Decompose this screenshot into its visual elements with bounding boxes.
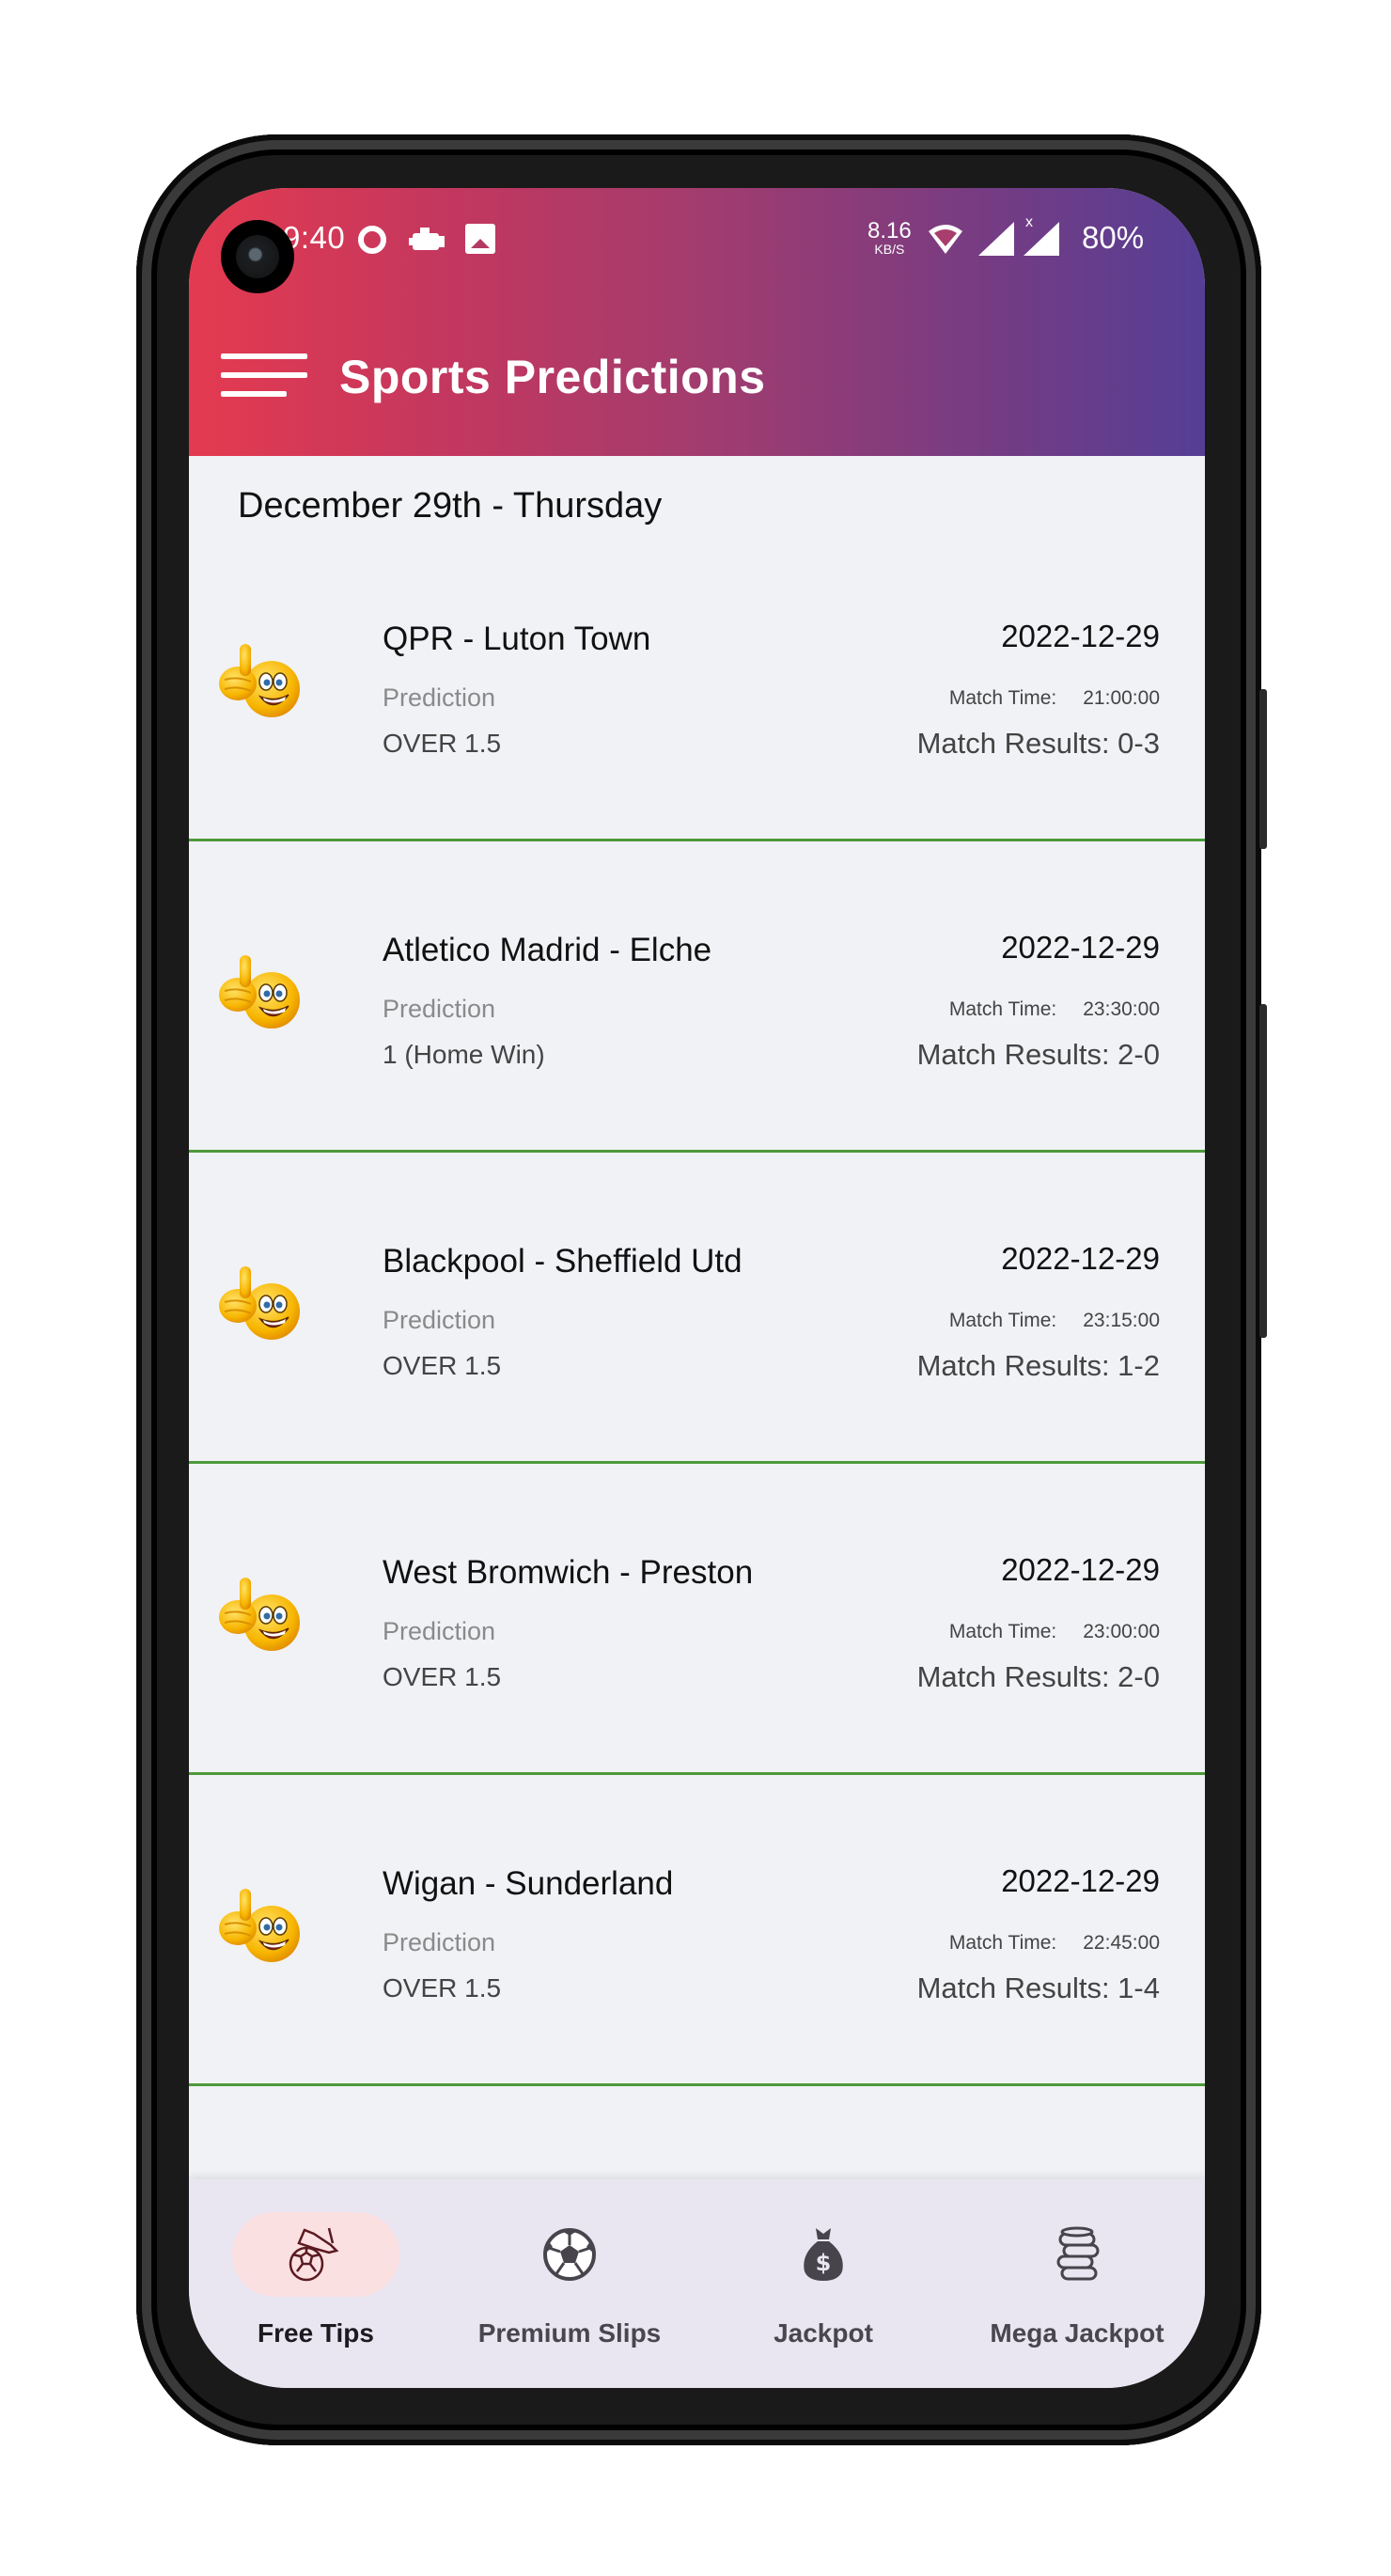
match-time: Match Time: 21:00:00 [949,687,1160,710]
status-bar: 9:40 8.16 KB/S x 80% [189,214,1205,271]
battery-level: 80% [1082,220,1145,255]
prediction-label: Prediction [383,1928,496,1956]
thumbs-up-emoji-icon [213,946,307,1040]
prediction-value: OVER 1.5 [383,1662,502,1691]
match-time: Match Time: 23:00:00 [949,1621,1160,1643]
nav-free-tips[interactable]: Free Tips [189,2179,443,2388]
match-time-label: Match Time: [948,1621,1057,1642]
prediction-value: OVER 1.5 [383,1351,502,1380]
wifi-icon [927,222,964,260]
match-result: Match Results: 1-2 [916,1349,1160,1382]
thumbs-up-emoji-icon [213,1257,307,1351]
match-time-value: 23:00:00 [1083,1621,1160,1642]
app-bar: Sports Predictions [189,329,1205,432]
engine-icon [409,228,445,257]
nav-label: Jackpot [774,2318,873,2348]
boot-kicking-ball-icon [288,2226,344,2283]
thumbs-up-emoji-icon [213,1568,307,1662]
match-date: 2022-12-29 [1001,1863,1160,1898]
match-result: Match Results: 0-3 [916,727,1160,760]
volume-button [1259,689,1267,849]
signal-icon [978,222,1014,260]
date-heading: December 29th - Thursday [238,486,663,526]
thumbs-up-emoji-icon [213,1879,307,1973]
predictions-list[interactable]: December 29th - Thursday QPR - Luton Tow… [189,456,1205,2388]
match-result: Match Results: 2-0 [916,1660,1160,1693]
hamburger-menu-icon[interactable] [221,353,307,402]
match-date: 2022-12-29 [1001,619,1160,653]
match-time: Match Time: 23:30:00 [949,998,1160,1021]
match-teams: Blackpool - Sheffield Utd [383,1243,742,1280]
match-teams: QPR - Luton Town [383,620,651,657]
coin-stack-icon [1049,2226,1105,2283]
match-time-value: 22:45:00 [1083,1932,1160,1954]
app-screen: 9:40 8.16 KB/S x 80% Sports Predictions … [189,188,1205,2388]
match-teams: Wigan - Sunderland [383,1865,674,1902]
image-icon [465,224,495,254]
circle-notification-icon [358,226,386,254]
match-date: 2022-12-29 [1001,930,1160,965]
match-time-value: 21:00:00 [1083,687,1160,709]
match-card[interactable]: Atletico Madrid - Elche Prediction 1 (Home… [189,842,1205,1153]
match-teams: West Bromwich - Preston [383,1554,754,1591]
nav-label: Free Tips [258,2318,374,2348]
prediction-label: Prediction [383,995,496,1023]
match-teams: Atletico Madrid - Elche [383,932,712,968]
match-result: Match Results: 2-0 [916,1038,1160,1071]
signal-no-data-icon [1024,222,1059,260]
app-title: Sports Predictions [339,351,766,403]
match-card[interactable]: Blackpool - Sheffield Utd Prediction OVER … [189,1154,1205,1464]
prediction-label: Prediction [383,683,496,712]
net-speed-value: 8.16 [867,218,912,243]
match-time-label: Match Time: [948,1310,1057,1331]
match-time: Match Time: 22:45:00 [949,1932,1160,1955]
bottom-navigation: Free Tips Premium Slips $ Jackpot Mega J… [189,2179,1205,2388]
nav-label: Premium Slips [477,2318,662,2348]
match-time-label: Match Time: [948,998,1057,1020]
match-date: 2022-12-29 [1001,1241,1160,1276]
nav-label: Mega Jackpot [990,2318,1164,2348]
nav-mega-jackpot[interactable]: Mega Jackpot [950,2179,1204,2388]
money-bag-icon: $ [795,2226,852,2283]
match-time-value: 23:15:00 [1083,1310,1160,1331]
match-time: Match Time: 23:15:00 [949,1310,1160,1332]
prediction-label: Prediction [383,1617,496,1645]
prediction-value: 1 (Home Win) [383,1040,545,1069]
nav-premium-slips[interactable]: Premium Slips [443,2179,696,2388]
nav-jackpot[interactable]: $ Jackpot [696,2179,950,2388]
match-card[interactable]: QPR - Luton Town Prediction OVER 1.5 2022-1… [189,531,1205,841]
match-card[interactable]: Wigan - Sunderland Prediction OVER 1.5 2022… [189,1776,1205,2086]
power-button [1259,1004,1267,1338]
match-time-label: Match Time: [948,1932,1057,1954]
header: 9:40 8.16 KB/S x 80% Sports Predictions [189,188,1205,456]
prediction-value: OVER 1.5 [383,729,502,758]
soccer-ball-icon [541,2226,598,2283]
svg-text:$: $ [816,2250,832,2276]
thumbs-up-emoji-icon [213,635,307,729]
match-result: Match Results: 1-4 [916,1971,1160,2004]
match-date: 2022-12-29 [1001,1552,1160,1587]
match-time-label: Match Time: [948,687,1057,709]
prediction-label: Prediction [383,1306,496,1334]
prediction-value: OVER 1.5 [383,1973,502,2003]
net-speed-unit: KB/S [874,242,905,257]
front-camera [221,220,294,293]
match-card[interactable]: West Bromwich - Preston Prediction OVER 1.… [189,1465,1205,1775]
network-speed: 8.16 KB/S [867,218,912,257]
match-time-value: 23:30:00 [1083,998,1160,1020]
